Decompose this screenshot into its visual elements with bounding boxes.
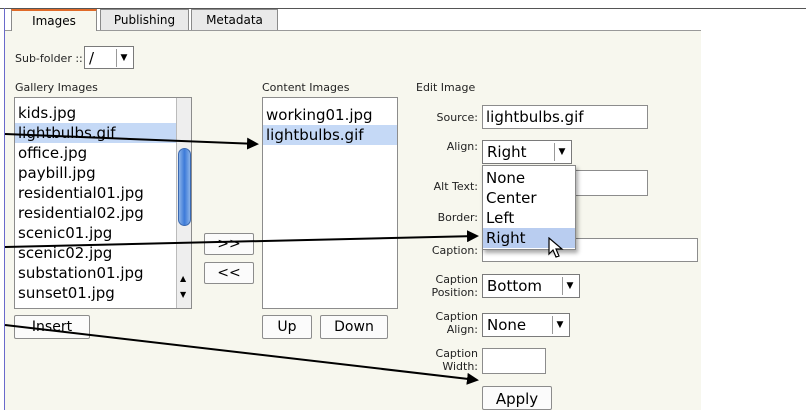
add-to-content-button[interactable]: >> [204,233,254,255]
caption-position-select[interactable]: Bottom ▼ [482,274,580,298]
chevron-down-icon: ▼ [116,49,131,67]
chevron-down-icon: ▼ [554,143,569,161]
border-label: Border: [437,211,478,224]
caption-align-select[interactable]: None ▼ [482,313,570,337]
gallery-images-label: Gallery Images [15,81,98,94]
tab-publishing[interactable]: Publishing [100,9,189,30]
list-item[interactable]: working01.jpg [263,105,397,125]
subfolder-value: / [89,49,95,67]
list-item[interactable]: residential01.jpg [15,183,176,203]
align-select[interactable]: Right ▼ [482,140,572,164]
align-value: Right [487,143,527,161]
align-label: Align: [446,140,478,153]
scroll-down-icon[interactable]: ▼ [180,290,186,299]
caption-position-label: Caption Position: [431,273,478,299]
move-down-button[interactable]: Down [320,315,388,339]
mouse-cursor-icon [548,237,564,258]
scroll-thumb[interactable] [178,148,191,226]
list-item[interactable]: lightbulbs.gif [263,125,397,145]
subfolder-select[interactable]: / ▼ [84,46,134,69]
tab-metadata[interactable]: Metadata [191,9,278,30]
chevron-down-icon: ▼ [562,277,577,295]
scroll-up-icon[interactable]: ▲ [180,274,186,283]
caption-label: Caption: [431,244,478,257]
gallery-scrollbar[interactable]: ▲ ▼ [176,98,191,308]
gallery-images-list[interactable]: kids.jpg lightbulbs.gif office.jpg paybill.… [14,97,192,309]
caption-align-label: Caption Align: [435,310,478,336]
tab-images[interactable]: Images [11,9,97,31]
list-item[interactable]: residential02.jpg [15,203,176,223]
tab-bar-line [5,30,701,31]
chevron-down-icon: ▼ [552,316,567,334]
caption-align-value: None [487,316,527,334]
subfolder-label: Sub-folder :: [15,52,83,65]
list-item[interactable]: lightbulbs.gif [15,123,176,143]
list-item[interactable]: scenic01.jpg [15,223,176,243]
dropdown-option[interactable]: Left [483,208,575,228]
move-up-button[interactable]: Up [262,315,312,339]
content-images-label: Content Images [262,81,350,94]
source-field[interactable]: lightbulbs.gif [482,105,648,129]
dropdown-option[interactable]: None [483,168,575,188]
insert-button[interactable]: Insert [14,315,90,339]
caption-width-label: Caption Width: [435,347,478,373]
source-label: Source: [436,111,479,124]
list-item[interactable]: kids.jpg [15,103,176,123]
list-item[interactable]: substation01.jpg [15,263,176,283]
edit-image-label: Edit Image [416,81,476,94]
caption-width-field[interactable] [482,348,546,374]
caption-position-value: Bottom [487,277,543,295]
list-item[interactable]: paybill.jpg [15,163,176,183]
list-item[interactable]: scenic02.jpg [15,243,176,263]
alt-text-label: Alt Text: [433,180,478,193]
list-item[interactable]: office.jpg [15,143,176,163]
apply-button[interactable]: Apply [482,386,552,410]
remove-from-content-button[interactable]: << [204,262,254,284]
content-images-list[interactable]: working01.jpg lightbulbs.gif [262,97,398,309]
list-item[interactable]: sunset01.jpg [15,283,176,303]
dropdown-option[interactable]: Center [483,188,575,208]
